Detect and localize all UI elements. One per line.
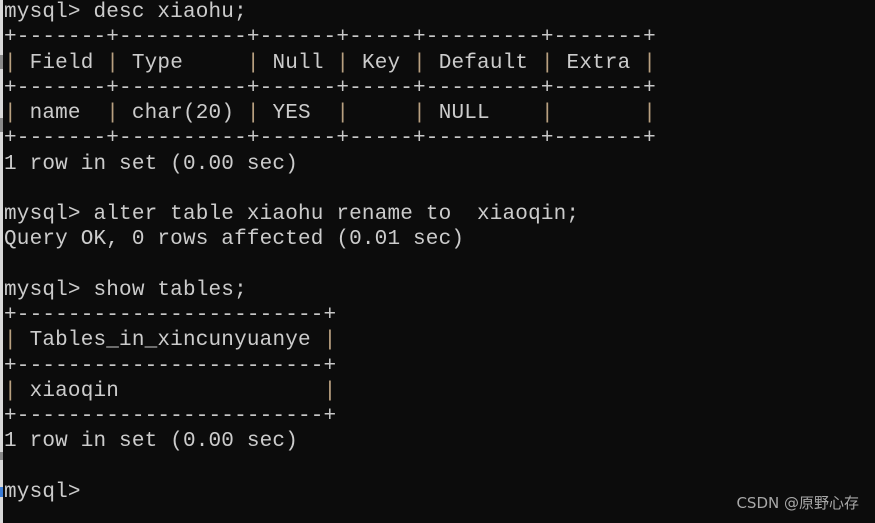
cell-separator: | xyxy=(246,102,260,125)
mysql-prompt: mysql> xyxy=(4,278,81,302)
command-text: desc xiaohu; xyxy=(80,1,247,24)
cell-separator: | xyxy=(246,51,260,75)
cell-separator: | xyxy=(4,102,17,125)
column-header: Type xyxy=(119,51,247,75)
column-header: Key xyxy=(349,51,414,75)
cell-separator: | xyxy=(323,329,337,353)
mysql-prompt: mysql> xyxy=(4,480,81,504)
cell-separator: | xyxy=(4,329,17,353)
cell-separator: | xyxy=(643,51,657,75)
terminal-output[interactable]: mysql> desc xiaohu; +-------+----------+-… xyxy=(4,0,875,505)
command-line: mysql> desc xiaohu; xyxy=(4,0,875,25)
cell-separator: | xyxy=(4,51,17,75)
table-cell: NULL xyxy=(425,102,541,125)
cell-separator: | xyxy=(540,102,554,125)
cell-separator: | xyxy=(413,102,426,125)
cell-separator: | xyxy=(540,51,554,75)
result-message: 1 row in set (0.00 sec) xyxy=(4,430,298,454)
column-header: Null xyxy=(259,51,337,75)
mysql-prompt: mysql> xyxy=(4,1,81,24)
command-text: show tables; xyxy=(80,278,247,302)
cell-separator: | xyxy=(413,51,426,75)
table-cell: YES xyxy=(259,102,337,125)
table-row: | name | char(20) | YES | | NULL | | xyxy=(4,101,875,126)
edge-artifact xyxy=(0,452,3,460)
command-line: mysql> show tables; xyxy=(4,278,875,303)
cell-separator: | xyxy=(106,51,120,75)
cell-separator: | xyxy=(4,379,17,403)
edge-artifact xyxy=(0,487,3,497)
table-border: +------------------------+ xyxy=(4,405,337,428)
command-line: mysql> alter table xiaohu rename to xiao… xyxy=(4,202,875,227)
table-border: +------------------------+ xyxy=(4,354,337,378)
edge-artifact xyxy=(0,55,3,69)
window-left-edge xyxy=(0,0,3,523)
cell-separator: | xyxy=(323,379,337,403)
command-text: alter table xiaohu rename to xiaoqin; xyxy=(80,203,580,226)
table-cell: xiaoqin xyxy=(16,379,324,403)
column-header: Tables_in_xincunyuanye xyxy=(16,329,324,353)
table-cell: char(20) xyxy=(119,102,247,125)
table-cell xyxy=(554,102,643,125)
mysql-prompt: mysql> xyxy=(4,203,81,226)
table-cell xyxy=(349,102,413,125)
table-border: +-------+----------+------+-----+-------… xyxy=(4,127,656,151)
edge-artifact xyxy=(0,118,3,132)
cell-separator: | xyxy=(336,51,350,75)
table-border: +-------+----------+------+-----+-------… xyxy=(4,26,656,50)
cell-separator: | xyxy=(106,102,120,125)
column-header: Extra xyxy=(553,51,644,75)
result-message: 1 row in set (0.00 sec) xyxy=(4,152,298,176)
table-border: +-------+----------+------+-----+-------… xyxy=(4,76,656,100)
column-header: Field xyxy=(16,51,107,75)
cell-separator: | xyxy=(336,102,350,125)
watermark: CSDN @原野心存 xyxy=(736,494,859,512)
table-cell: name xyxy=(16,102,107,125)
cell-separator: | xyxy=(643,102,657,125)
table-header-row: | Tables_in_xincunyuanye | xyxy=(4,328,875,353)
column-header: Default xyxy=(425,51,541,75)
table-border: +------------------------+ xyxy=(4,304,337,327)
result-message: Query OK, 0 rows affected (0.01 sec) xyxy=(4,228,465,252)
table-row: | xiaoqin | xyxy=(4,379,875,404)
table-header-row: | Field | Type | Null | Key | Default | … xyxy=(4,51,875,76)
